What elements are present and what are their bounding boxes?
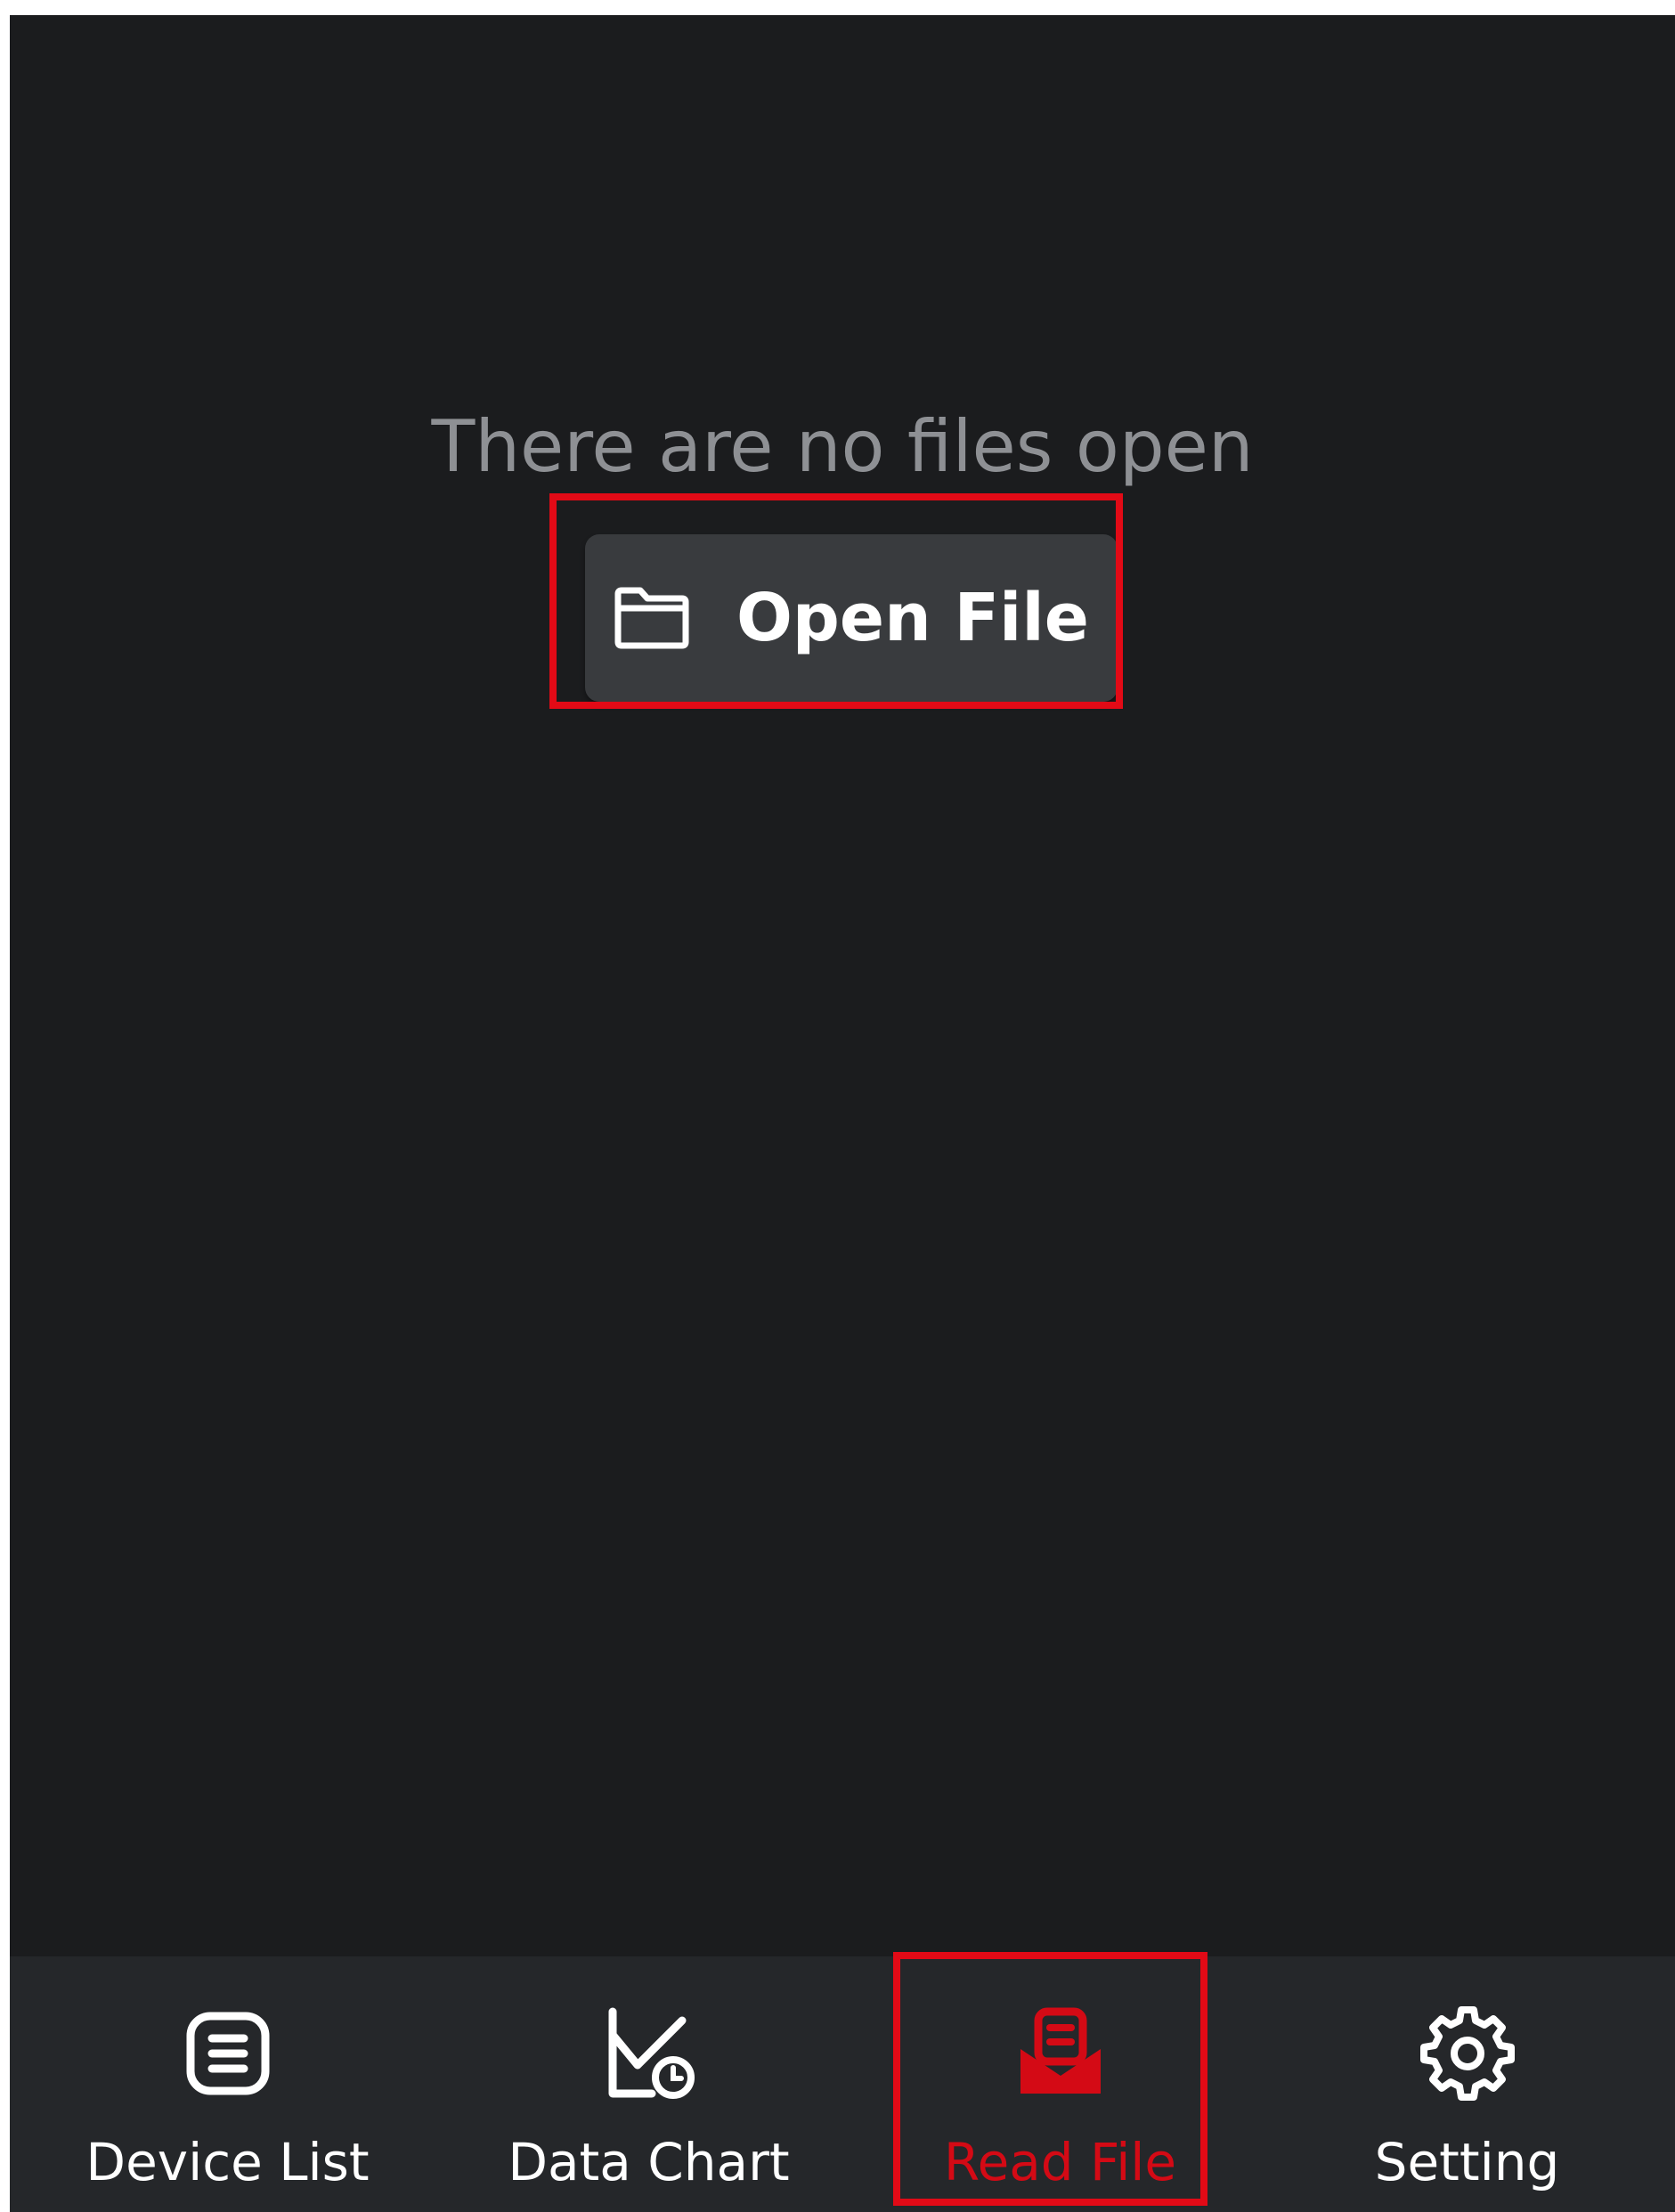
gear-icon xyxy=(1419,2006,1515,2101)
tab-read-file-label: Read File xyxy=(943,2132,1177,2192)
tab-data-chart[interactable]: Data Chart xyxy=(441,1956,857,2212)
tab-setting[interactable]: Setting xyxy=(1259,1956,1675,2212)
empty-state: There are no files open Open File xyxy=(10,15,1675,1956)
tab-device-list-label: Device List xyxy=(85,2132,370,2192)
read-file-screen: There are no files open Open File Device… xyxy=(10,15,1675,2212)
list-icon xyxy=(186,2012,269,2095)
open-file-button-highlight xyxy=(549,493,1123,709)
mail-open-file-icon xyxy=(1020,2007,1101,2094)
tab-read-file[interactable]: Read File xyxy=(852,1956,1268,2212)
tab-device-list[interactable]: Device List xyxy=(20,1956,435,2212)
chart-clock-icon xyxy=(608,2007,695,2099)
tab-data-chart-label: Data Chart xyxy=(508,2132,790,2192)
tab-setting-label: Setting xyxy=(1374,2132,1560,2192)
bottom-tab-bar: Device List Data Chart Read File Setting xyxy=(10,1956,1675,2212)
empty-state-message: There are no files open xyxy=(431,405,1254,488)
